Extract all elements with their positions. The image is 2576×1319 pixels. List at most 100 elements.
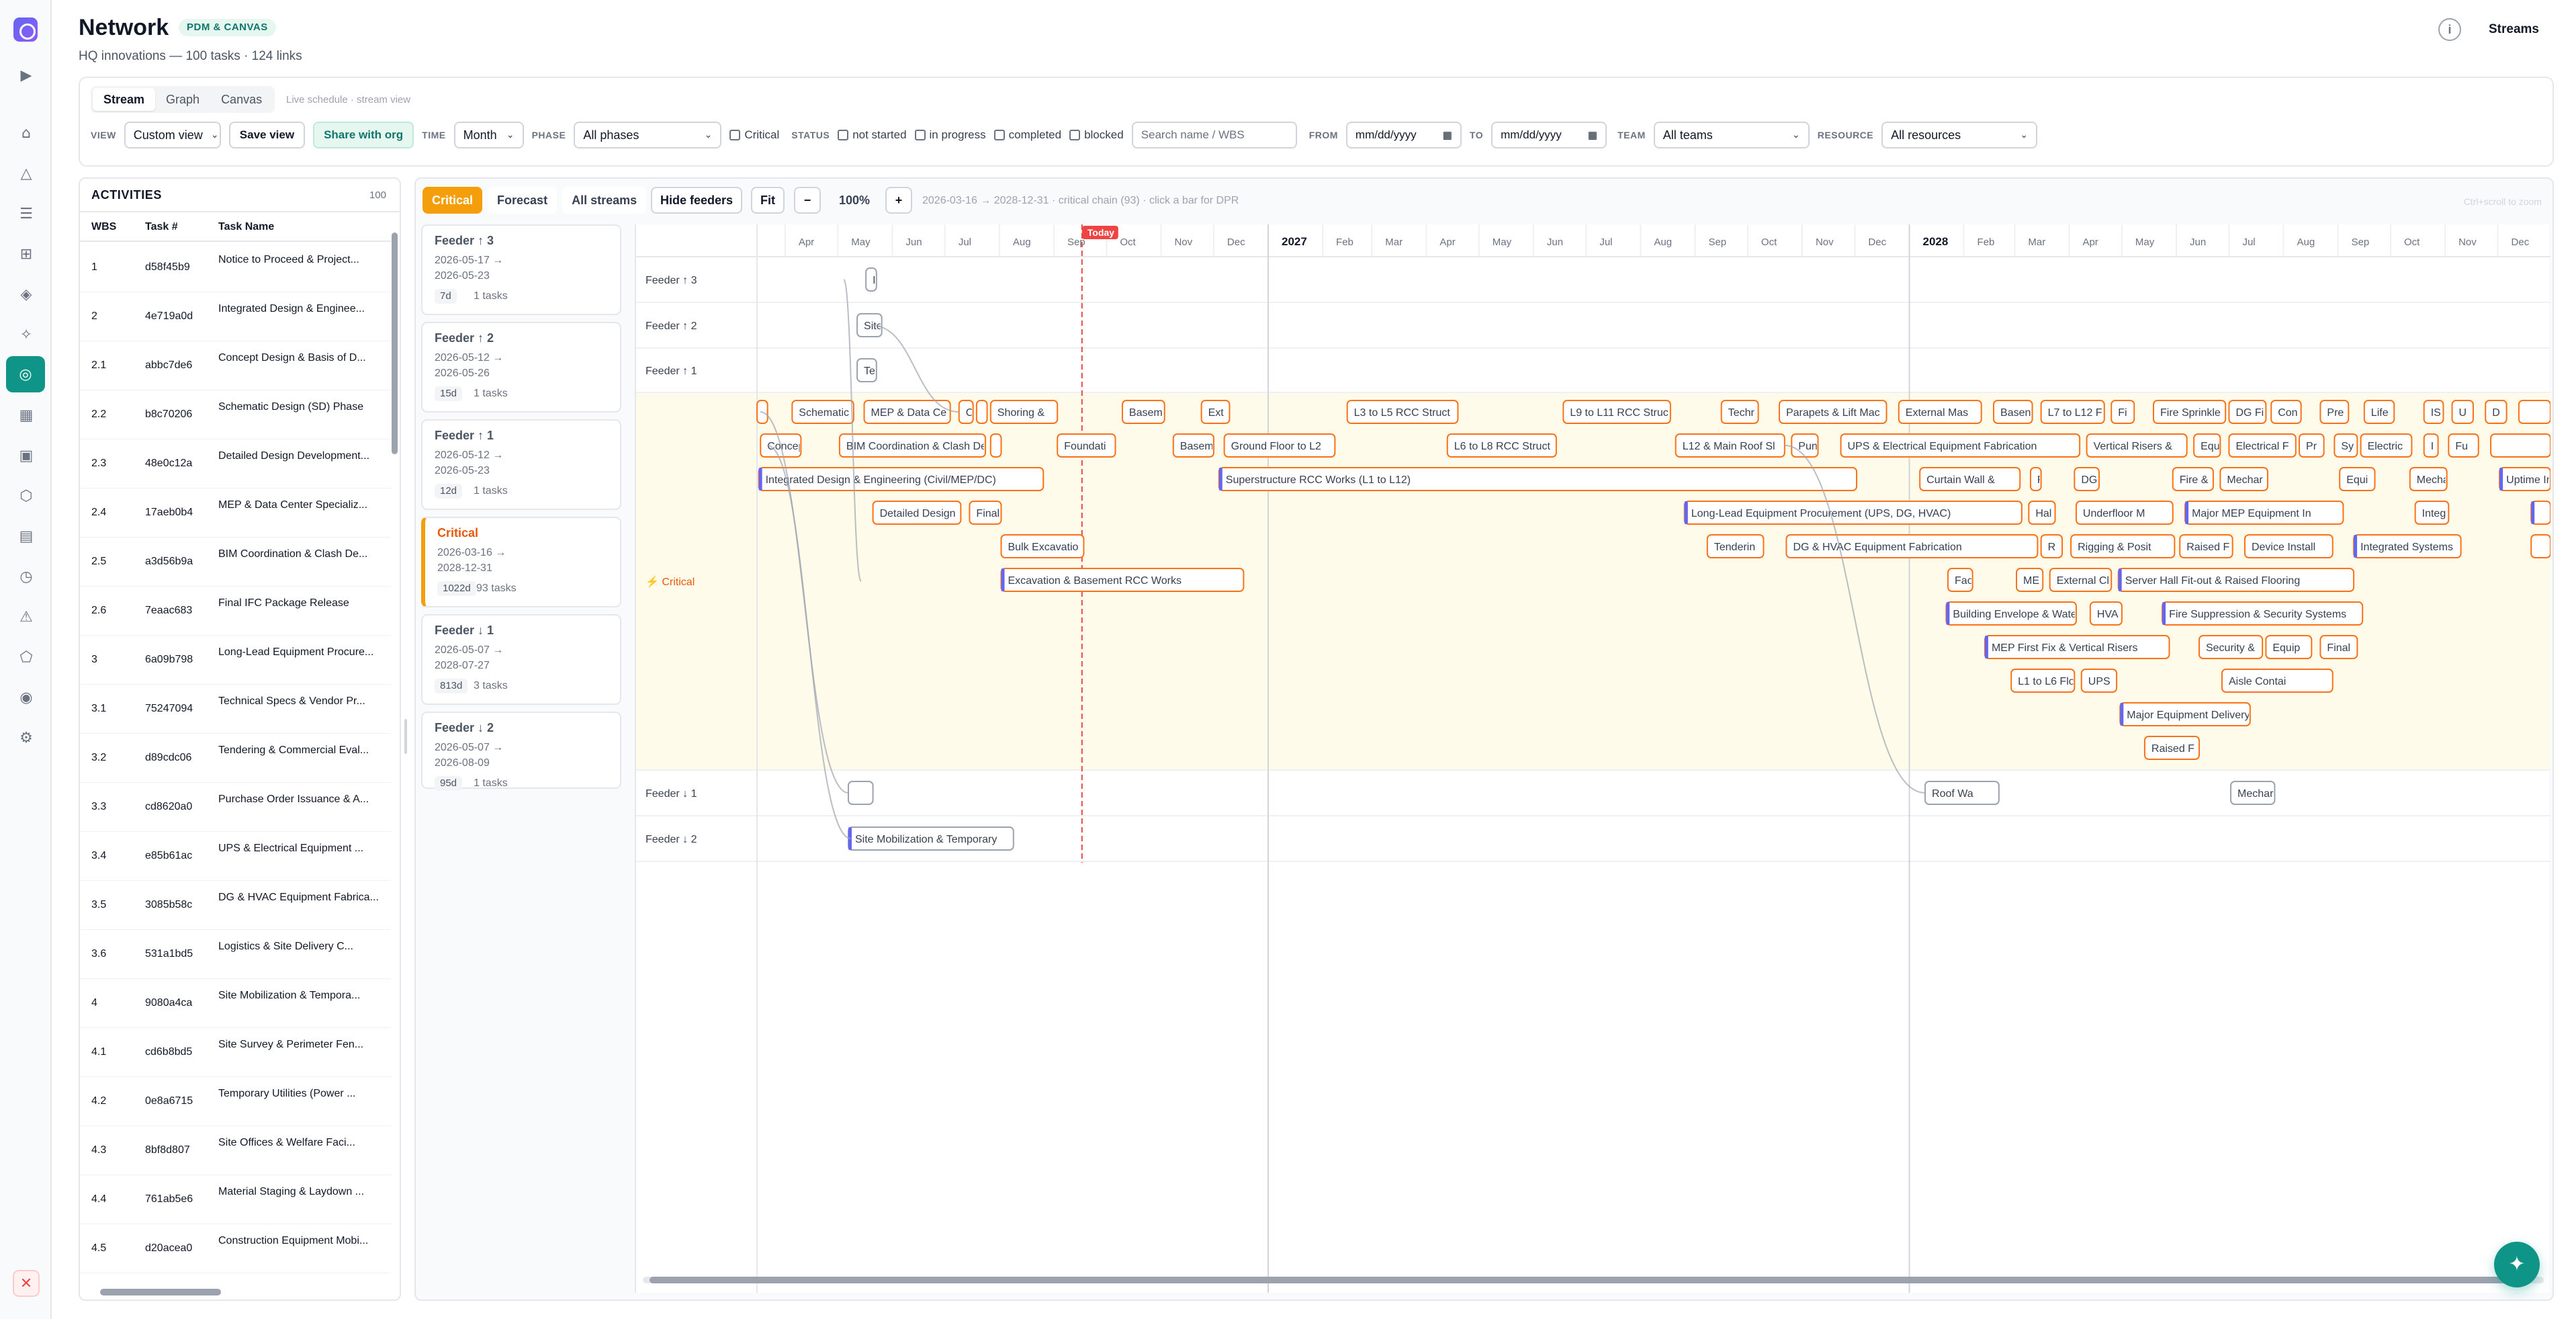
view-select[interactable]: Custom view ⌄ <box>124 122 221 148</box>
table-row[interactable]: 2.1 abbc7de6 Concept Design & Basis of D..… <box>80 341 391 390</box>
table-row[interactable]: 3 6a09b798 Long-Lead Equipment Procure... <box>80 636 391 685</box>
table-row[interactable]: 4.1 cd6b8bd5 Site Survey & Perimeter Fen..… <box>80 1028 391 1077</box>
zoom-in-button[interactable]: + <box>885 187 912 214</box>
gantt-bar[interactable] <box>2490 433 2550 458</box>
app-logo[interactable] <box>13 17 38 42</box>
bell-icon[interactable]: △ <box>13 160 40 187</box>
search-input[interactable]: Search name / WBS <box>1131 122 1297 148</box>
table-row[interactable]: 3.4 e85b61ac UPS & Electrical Equipment ..… <box>80 832 391 881</box>
critical-checkbox[interactable]: Critical <box>729 128 779 142</box>
list-icon[interactable]: ☰ <box>13 200 40 227</box>
tab-forecast[interactable]: Forecast <box>488 187 558 214</box>
horizontal-scroll-thumb[interactable] <box>650 1277 2517 1283</box>
tab-canvas[interactable]: Canvas <box>210 88 273 111</box>
close-icon[interactable]: ✕ <box>13 1270 40 1297</box>
grid-icon[interactable]: ⊞ <box>13 241 40 267</box>
table-row[interactable]: 2.3 48e0c12a Detailed Design Development..… <box>80 439 391 488</box>
status-completed-checkbox[interactable]: completed <box>993 128 1061 142</box>
gantt-bar-primary-stripe <box>1218 468 1223 491</box>
table-row[interactable]: 4.2 0e8a6715 Temporary Utilities (Power ..… <box>80 1077 391 1126</box>
lane-card[interactable]: Feeder ↓ 1 2026-05-07 → 2028-07-27 813d 3 ta… <box>421 614 621 705</box>
wbs-cell: 2.1 <box>91 359 107 371</box>
tab-stream[interactable]: Stream <box>93 88 156 111</box>
table-row[interactable]: 2.2 b8c70206 Schematic Design (SD) Phase <box>80 390 391 439</box>
month-tick-label: Mar <box>2028 237 2045 248</box>
live-schedule-note: Live schedule · stream view <box>286 94 411 105</box>
table-row[interactable]: 3.5 3085b58c DG & HVAC Equipment Fabrica..… <box>80 881 391 930</box>
gantt-bar[interactable] <box>2530 534 2550 558</box>
to-date-input[interactable]: mm/dd/yyyy ▦ <box>1491 122 1607 148</box>
gantt-bar-primary-stripe <box>758 468 762 491</box>
from-date-input[interactable]: mm/dd/yyyy ▦ <box>1345 122 1462 148</box>
warning-icon[interactable]: ⚠ <box>13 603 40 630</box>
assistant-fab-button[interactable]: ✦ <box>2494 1242 2540 1287</box>
col-task-number[interactable]: Task # <box>145 221 178 233</box>
task-id-cell: 75247094 <box>145 703 193 714</box>
hide-feeders-button[interactable]: Hide feeders <box>651 187 743 214</box>
lane-card[interactable]: Feeder ↑ 3 2026-05-17 → 2026-05-23 7d 1 task… <box>421 224 621 315</box>
lane-card[interactable]: Critical 2026-03-16 → 2028-12-31 1022d 93 ta… <box>421 517 621 607</box>
resource-select[interactable]: All resources ⌄ <box>1881 122 2038 148</box>
gantt-bar[interactable] <box>975 400 988 424</box>
save-view-button[interactable]: Save view <box>228 122 306 148</box>
gantt-bar-label: Roof Wa <box>1932 788 1973 800</box>
phase-select[interactable]: All phases ⌄ <box>574 122 722 148</box>
table-row[interactable]: 4.3 8bf8d807 Site Offices & Welfare Faci..… <box>80 1126 391 1175</box>
status-not-started-checkbox[interactable]: not started <box>838 128 907 142</box>
table-row[interactable]: 3.2 d89cdc06 Tendering & Commercial Eval..… <box>80 734 391 783</box>
panel-splitter[interactable] <box>404 719 407 754</box>
zoom-out-button[interactable]: − <box>794 187 821 214</box>
table-icon[interactable]: ▦ <box>13 402 40 429</box>
horizontal-scroll-thumb[interactable] <box>100 1289 221 1295</box>
lane-card[interactable]: Feeder ↓ 2 2026-05-07 → 2026-08-09 95d 1 tas… <box>421 712 621 791</box>
status-blocked-checkbox[interactable]: blocked <box>1069 128 1124 142</box>
share-with-org-button[interactable]: Share with org <box>313 122 414 148</box>
calendar-icon[interactable]: ▦ <box>1443 129 1452 141</box>
table-row[interactable]: 2.6 7eaac683 Final IFC Package Release <box>80 587 391 636</box>
tab-critical[interactable]: Critical <box>423 187 483 214</box>
lane-duration: 12d <box>435 484 463 499</box>
streams-button[interactable]: Streams <box>2475 15 2552 44</box>
layout-icon[interactable]: ▤ <box>13 523 40 550</box>
col-wbs[interactable]: WBS <box>91 221 116 233</box>
fit-button[interactable]: Fit <box>751 187 785 214</box>
gantt-bar-label: R <box>2048 542 2056 553</box>
settings-icon[interactable]: ⚙ <box>13 724 40 751</box>
clock-icon[interactable]: ◷ <box>13 563 40 590</box>
team-select[interactable]: All teams ⌄ <box>1653 122 1810 148</box>
table-row[interactable]: 4.4 761ab5e6 Material Staging & Laydown ..… <box>80 1175 391 1224</box>
table-row[interactable]: 3.3 cd8620a0 Purchase Order Issuance & A..… <box>80 783 391 832</box>
table-row[interactable]: 3.6 531a1bd5 Logistics & Site Delivery C..… <box>80 930 391 979</box>
pentagon-icon[interactable]: ⬠ <box>13 644 40 671</box>
hexagon-icon[interactable]: ⬡ <box>13 482 40 509</box>
diamond-icon[interactable]: ◈ <box>13 281 40 308</box>
gantt-bar[interactable] <box>847 781 874 805</box>
zoom-level: 100% <box>839 194 871 207</box>
tab-graph[interactable]: Graph <box>155 88 210 111</box>
calendar-icon[interactable]: ▦ <box>1588 129 1597 141</box>
table-row[interactable]: 3.1 75247094 Technical Specs & Vendor Pr..… <box>80 685 391 734</box>
table-row[interactable]: 4 9080a4ca Site Mobilization & Tempora... <box>80 979 391 1028</box>
table-row[interactable]: 2 4e719a0d Integrated Design & Enginee... <box>80 292 391 341</box>
table-row[interactable]: 4.5 d20acea0 Construction Equipment Mobi..… <box>80 1224 391 1273</box>
lane-card[interactable]: Feeder ↑ 2 2026-05-12 → 2026-05-26 15d 1 tas… <box>421 322 621 413</box>
table-row[interactable]: 2.4 17aeb0b4 MEP & Data Center Specializ..… <box>80 488 391 538</box>
home-icon[interactable]: ⌂ <box>13 120 40 146</box>
gantt-bar[interactable] <box>2518 400 2550 424</box>
status-in-progress-checkbox[interactable]: in progress <box>914 128 986 142</box>
table-row[interactable]: 1 d58f45b9 Notice to Proceed & Project... <box>80 243 391 292</box>
gantt-chart[interactable]: Apr May Jun Jul Aug Sep Oct Nov Dec 2027 Feb Mar Apr… <box>635 224 2550 1293</box>
time-select[interactable]: Month ⌄ <box>453 122 524 148</box>
network-icon[interactable]: ◎ <box>6 356 45 392</box>
table-row[interactable]: 2.5 a3d56b9a BIM Coordination & Clash De..… <box>80 538 391 587</box>
play-icon[interactable]: ▶ <box>13 62 40 89</box>
lane-card[interactable]: Feeder ↑ 1 2026-05-12 → 2026-05-23 12d 1 tas… <box>421 419 621 510</box>
vertical-scroll-thumb[interactable] <box>392 232 398 454</box>
sparkle-icon[interactable]: ✧ <box>13 321 40 348</box>
col-task-name[interactable]: Task Name <box>218 221 274 233</box>
board-icon[interactable]: ▣ <box>13 442 40 469</box>
info-icon[interactable]: i <box>2438 18 2461 41</box>
gantt-bar[interactable] <box>989 433 1002 458</box>
target-icon[interactable]: ◉ <box>13 684 40 711</box>
tab-all-streams[interactable]: All streams <box>562 187 647 214</box>
